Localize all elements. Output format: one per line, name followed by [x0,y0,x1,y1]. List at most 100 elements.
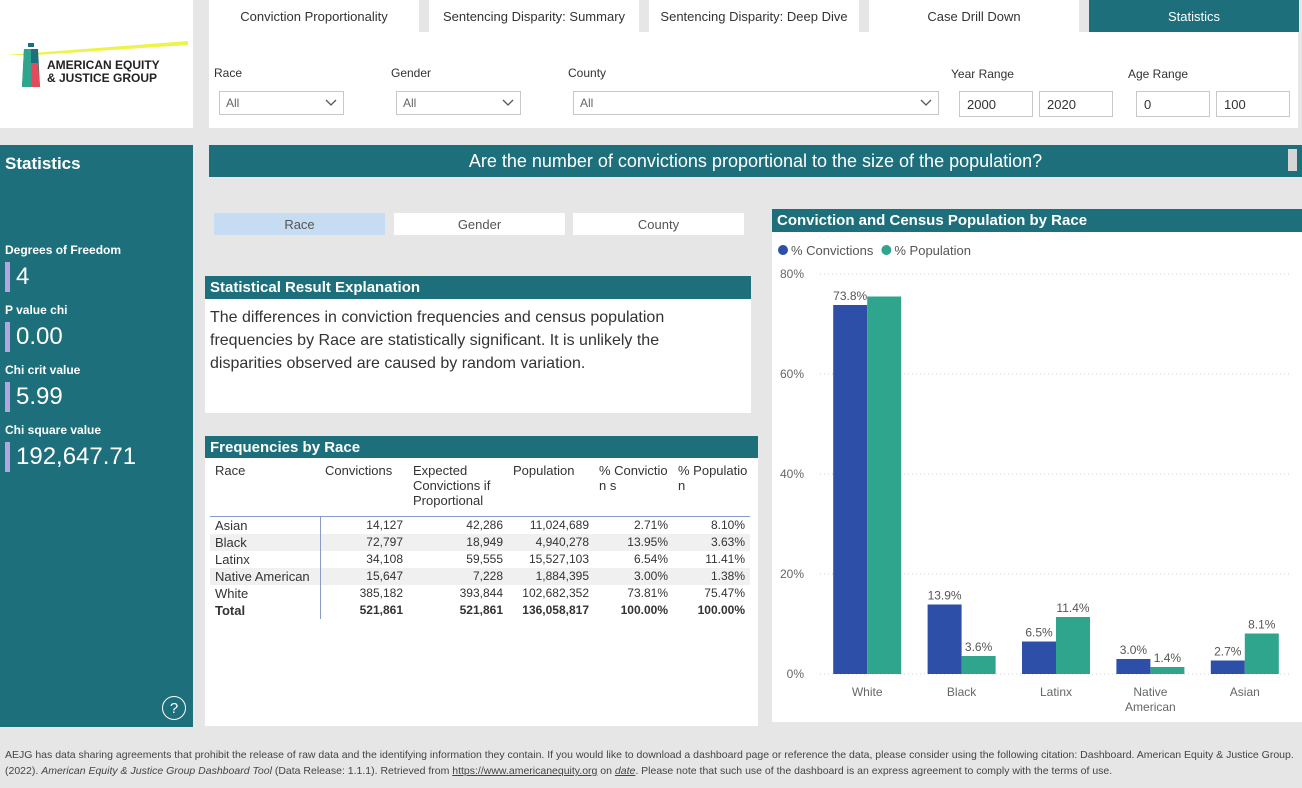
table-header-row: Race Convictions Expected Convictions if… [210,460,750,517]
accent-bar [5,442,10,472]
degrees-of-freedom-value: 4 [5,262,29,292]
data-label: 8.1% [1248,618,1276,632]
age-range-label: Age Range [1128,67,1189,81]
year-from-input[interactable]: 2000 [959,91,1033,117]
bar[interactable] [1056,617,1090,674]
explanation-title: Statistical Result Explanation [205,276,751,299]
gender-filter-label: Gender [391,66,432,80]
table-row: Native American 15,647 7,228 1,884,395 3… [210,568,750,585]
table-cell: 2.71% [633,518,668,532]
table-cell: Native American [210,568,321,585]
data-label: 2.7% [1214,645,1242,659]
table-cell: 11.41% [705,552,745,566]
footer-text: (Data Release: 1.1.1). Retrieved from [271,765,453,777]
year-range-label: Year Range [951,67,1014,81]
chi-square-label: Chi square value [5,423,102,437]
age-from-input[interactable]: 0 [1136,91,1210,117]
degrees-of-freedom-label: Degrees of Freedom [5,243,122,257]
statistics-panel: Statistics Degrees of Freedom 4 P value … [0,145,193,727]
bar[interactable] [867,296,902,675]
stat-value-text: 4 [16,263,30,290]
table-cell: Black [210,534,321,551]
help-icon[interactable]: ? [162,696,186,720]
y-tick-label: 80% [780,267,804,281]
table-row: White 385,182 393,844 102,682,352 73.81%… [210,585,750,602]
statistics-title: Statistics [5,154,81,173]
table-cell: 42,286 [466,518,503,532]
table-cell: 1,884,395 [508,568,594,585]
tab-sentencing-deep-dive[interactable]: Sentencing Disparity: Deep Dive [649,0,859,32]
county-filter-label: County [568,66,607,80]
footer-tool-name: American Equity & Justice Group Dashboar… [41,765,272,777]
stat-value-text: 5.99 [16,383,63,410]
county-dropdown[interactable]: All [573,91,939,115]
x-tick-label: White [852,685,883,699]
frequency-table: Race Convictions Expected Convictions if… [210,460,750,619]
bar[interactable] [1150,667,1185,674]
tab-conviction-proportionality[interactable]: Conviction Proportionality [209,0,419,32]
x-tick-label: Latinx [1040,685,1072,699]
table-cell: 1.38% [673,568,750,585]
table-cell: 385,182 [359,586,403,600]
race-filter-label: Race [214,66,243,80]
table-cell: 6.54% [633,552,668,566]
data-label: 1.4% [1154,651,1182,665]
table-cell: 4,940,278 [508,534,594,551]
logo-text: AMERICAN EQUITY & JUSTICE GROUP [47,59,160,85]
tab-statistics[interactable]: Statistics [1089,0,1299,32]
bar[interactable] [961,656,996,674]
table-cell: Latinx [210,551,321,568]
data-label: 13.9% [928,589,962,603]
table-cell: Total [210,602,321,619]
chi-crit-label: Chi crit value [5,363,81,377]
table-cell: 15,527,103 [528,552,589,566]
bar-chart-card: Conviction and Census Population by Race… [772,209,1302,722]
table-cell: Asian [210,516,321,534]
county-dropdown-value: All [580,96,594,110]
legend-marker [778,245,788,255]
table-cell: 521,861 [459,603,503,617]
logo-icon [22,43,40,87]
legend-marker [881,245,892,255]
age-to-input[interactable]: 100 [1216,91,1290,117]
table-cell: 393,844 [459,586,503,600]
data-label: 3.6% [965,640,993,654]
footer-date-link[interactable]: date [615,765,635,777]
toggle-gender[interactable]: Gender [394,213,565,235]
table-total-row: Total 521,861 521,861 136,058,817 100.00… [210,602,750,619]
data-label: 6.5% [1025,626,1053,640]
tab-case-drill-down[interactable]: Case Drill Down [869,0,1079,32]
year-to-input[interactable]: 2020 [1039,91,1113,117]
tab-sentencing-summary[interactable]: Sentencing Disparity: Summary [429,0,639,32]
table-cell: 136,058,817 [522,603,589,617]
chi-square-value: 192,647.71 [5,442,136,472]
race-dropdown[interactable]: All [219,91,344,115]
bar[interactable] [1244,633,1279,675]
frequency-table-title: Frequencies by Race [205,436,758,458]
chevron-down-icon [920,99,932,106]
logo-line-2: & JUSTICE GROUP [47,71,158,85]
table-cell: 3.63% [673,534,750,551]
filter-bar: Race All Gender All County All Year Rang… [209,32,1298,128]
stat-value-text: 0.00 [16,323,63,350]
bar[interactable] [1116,659,1151,674]
footer-text: . Please note that such use of the dashb… [635,765,1113,777]
x-tick-label: Native [1133,685,1167,699]
bar[interactable] [927,604,962,675]
toggle-county[interactable]: County [573,213,744,235]
toggle-race[interactable]: Race [214,213,385,235]
table-row: Asian 14,127 42,286 11,024,689 2.71% 8.1… [210,516,750,534]
bar[interactable] [833,305,868,674]
footer-link[interactable]: https://www.americanequity.org [452,765,597,777]
bar[interactable] [1210,660,1245,675]
table-cell: 59,555 [466,552,503,566]
table-cell: 100.00% [697,603,745,617]
table-row: Latinx 34,108 59,555 15,527,103 6.54% 11… [210,551,750,568]
banner-scrollbar[interactable] [1288,149,1297,171]
y-tick-label: 0% [787,667,805,681]
gender-dropdown[interactable]: All [396,91,521,115]
race-dropdown-value: All [226,96,240,110]
table-cell: 7,228 [408,568,508,585]
bar[interactable] [1022,641,1056,675]
chart-title: Conviction and Census Population by Race [772,209,1302,232]
